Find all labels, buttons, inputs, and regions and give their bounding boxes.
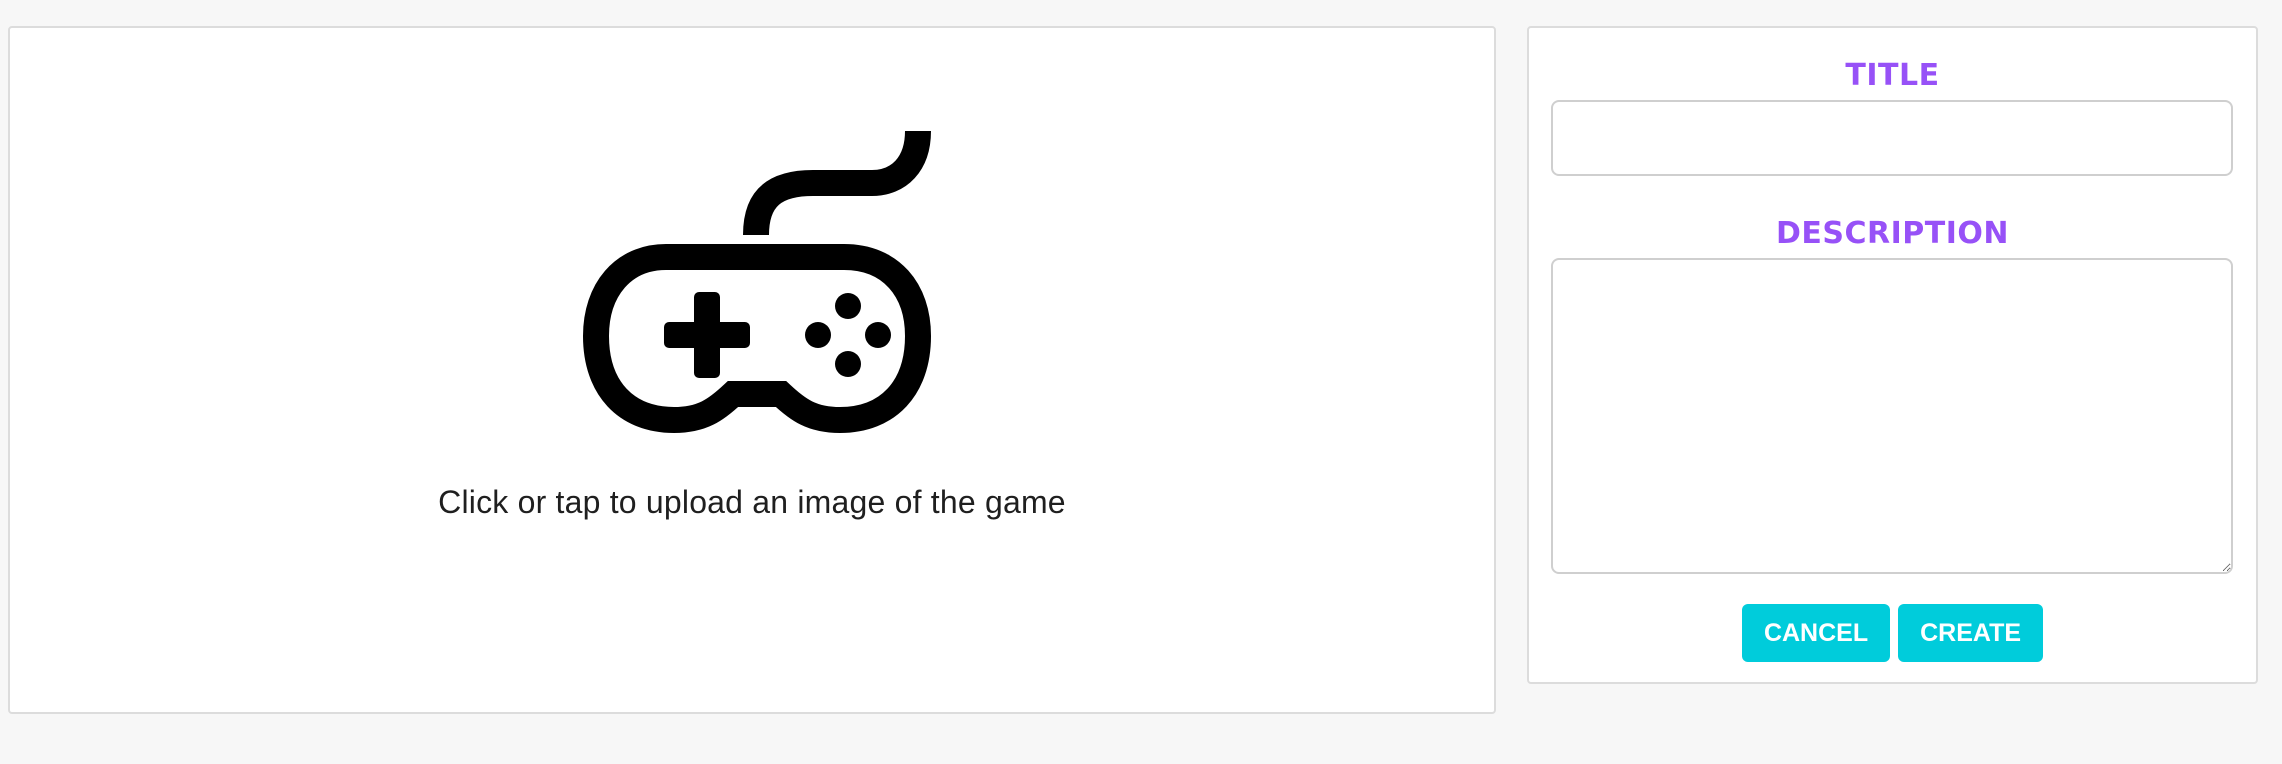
game-form: TITLE DESCRIPTION CANCEL CREATE <box>1527 26 2258 684</box>
description-label: DESCRIPTION <box>1775 216 2009 251</box>
image-upload-area[interactable]: Click or tap to upload an image of the g… <box>8 26 1496 714</box>
create-button[interactable]: CREATE <box>1898 604 2044 662</box>
title-label: TITLE <box>1845 58 1940 93</box>
form-actions: CANCEL CREATE <box>1529 604 2256 662</box>
upload-prompt: Click or tap to upload an image of the g… <box>438 484 1066 520</box>
game-controller-icon <box>582 130 932 434</box>
description-textarea[interactable] <box>1551 258 2233 574</box>
title-input[interactable] <box>1551 100 2233 176</box>
cancel-button[interactable]: CANCEL <box>1741 604 1891 662</box>
